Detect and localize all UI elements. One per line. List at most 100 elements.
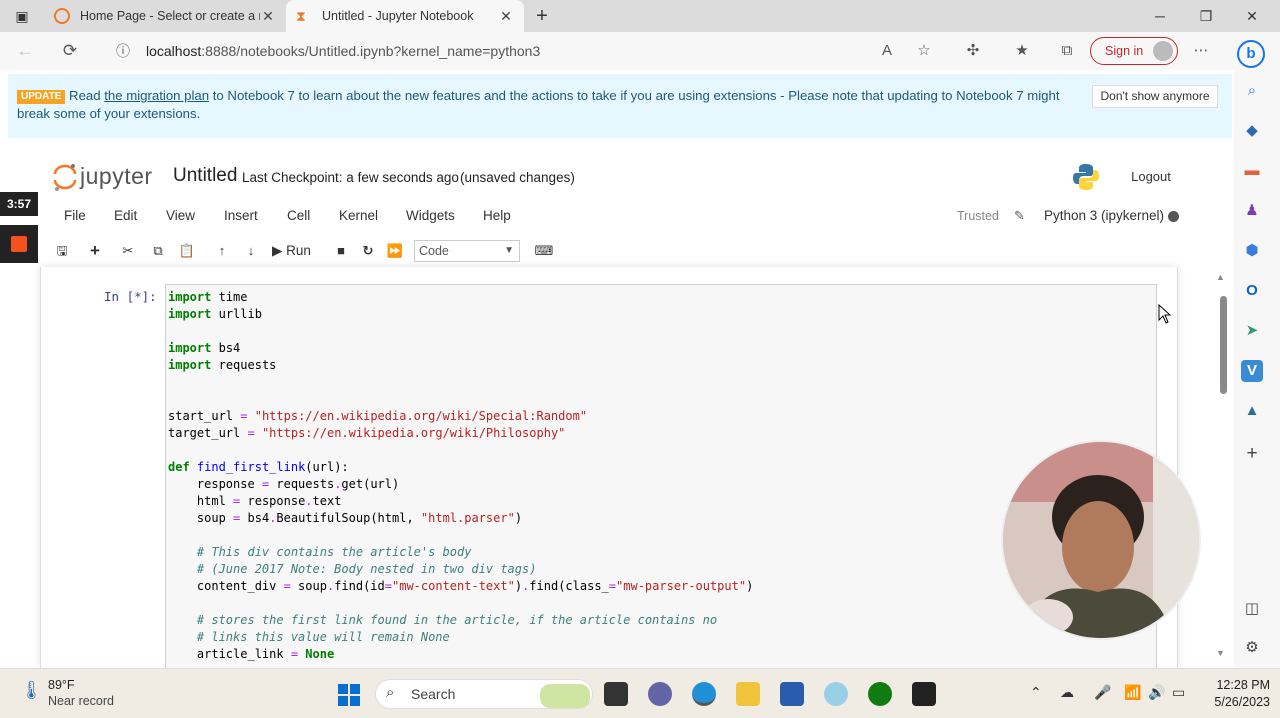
photos-icon[interactable] xyxy=(824,682,848,706)
pencil-edit-icon[interactable]: ✎ xyxy=(1014,208,1025,224)
play-icon: ▶ xyxy=(272,243,287,258)
code-line: import requests xyxy=(168,358,277,372)
read-aloud-icon[interactable]: A xyxy=(874,39,900,63)
scroll-up-arrow-icon[interactable]: ▲ xyxy=(1216,272,1225,282)
add-favorite-icon[interactable]: ☆ xyxy=(911,39,937,63)
windows-start-icon[interactable] xyxy=(337,683,361,707)
v-app-icon[interactable]: V xyxy=(1241,360,1263,382)
drop-icon[interactable]: ▲ xyxy=(1241,400,1263,422)
cut-scissors-icon[interactable]: ✂ xyxy=(116,240,140,262)
jupyter-logo-icon[interactable] xyxy=(52,162,78,192)
more-menu-icon[interactable]: ⋯ xyxy=(1188,39,1214,63)
bing-icon[interactable]: b xyxy=(1237,40,1265,68)
stop-square-icon[interactable]: ■ xyxy=(329,240,353,262)
kernel-name[interactable]: Python 3 (ipykernel) xyxy=(1044,208,1164,223)
dont-show-anymore-button[interactable]: Don't show anymore xyxy=(1092,85,1218,108)
url-field[interactable]: localhost:8888/notebooks/Untitled.ipynb?… xyxy=(146,39,886,63)
menu-edit[interactable]: Edit xyxy=(114,208,137,223)
back-arrow-icon[interactable]: ← xyxy=(12,39,38,63)
xbox-icon[interactable] xyxy=(868,682,892,706)
fast-forward-icon[interactable]: ⏩ xyxy=(383,240,407,262)
wifi-icon[interactable]: 📶 xyxy=(1124,684,1141,701)
games-icon[interactable]: ♟ xyxy=(1241,200,1263,222)
stop-recording-button[interactable] xyxy=(0,225,38,263)
restart-icon[interactable]: ↻ xyxy=(356,240,380,262)
collections-icon[interactable]: ⧉ xyxy=(1054,39,1080,63)
tab-title: Home Page - Select or create a n xyxy=(80,9,260,23)
close-window-button[interactable]: ✕ xyxy=(1234,4,1270,28)
jupyter-logo-text[interactable]: jupyter xyxy=(80,163,153,190)
show-hidden-icons-chevron-icon[interactable]: ⌃ xyxy=(1030,684,1042,701)
minimize-button[interactable]: ─ xyxy=(1142,4,1178,28)
keyboard-icon[interactable]: ⌨ xyxy=(532,240,556,262)
split-screen-icon[interactable]: ◫ xyxy=(1241,598,1263,620)
paste-icon[interactable]: 📋 xyxy=(175,240,199,262)
webcam-overlay xyxy=(1001,440,1201,640)
shopping-tag-icon[interactable]: ◆ xyxy=(1241,120,1263,142)
outlook-icon[interactable]: O xyxy=(1241,280,1263,302)
chat-icon[interactable] xyxy=(648,682,672,706)
menu-cell[interactable]: Cell xyxy=(287,208,310,223)
code-line: article_link = None xyxy=(168,647,335,661)
close-tab-icon[interactable]: ✕ xyxy=(260,8,276,25)
restore-button[interactable]: ❐ xyxy=(1188,4,1224,28)
menu-view[interactable]: View xyxy=(166,208,195,223)
scroll-down-arrow-icon[interactable]: ▼ xyxy=(1216,648,1225,658)
menu-help[interactable]: Help xyxy=(483,208,511,223)
favorites-icon[interactable]: ★ xyxy=(1009,39,1035,63)
volume-icon[interactable]: 🔊 xyxy=(1148,684,1165,701)
trusted-indicator[interactable]: Trusted xyxy=(957,209,999,223)
tools-icon[interactable]: ▬ xyxy=(1241,160,1263,182)
tab-untitled-notebook[interactable]: ⧗ Untitled - Jupyter Notebook ✕ xyxy=(286,0,524,32)
notebook-title[interactable]: Untitled xyxy=(173,165,237,187)
battery-icon[interactable]: ▭ xyxy=(1172,684,1185,701)
logout-button[interactable]: Logout xyxy=(1120,166,1182,188)
refresh-icon[interactable]: ⟳ xyxy=(57,39,83,63)
close-tab-icon[interactable]: ✕ xyxy=(498,8,514,25)
microsoft-store-icon[interactable] xyxy=(780,682,804,706)
menu-widgets[interactable]: Widgets xyxy=(406,208,455,223)
move-up-arrow-icon[interactable]: ↑ xyxy=(210,240,234,262)
menu-kernel[interactable]: Kernel xyxy=(339,208,378,223)
microsoft-365-icon[interactable]: ⬢ xyxy=(1241,240,1263,262)
onedrive-cloud-icon[interactable]: ☁ xyxy=(1060,684,1074,701)
insert-cell-plus-icon[interactable]: + xyxy=(83,240,107,262)
tab-actions-icon[interactable]: ▣ xyxy=(4,4,40,28)
add-sidebar-app-icon[interactable]: + xyxy=(1241,443,1263,465)
extensions-icon[interactable]: ✣ xyxy=(960,39,986,63)
task-view-icon[interactable] xyxy=(604,682,628,706)
move-down-arrow-icon[interactable]: ↓ xyxy=(239,240,263,262)
python-logo-icon xyxy=(1073,164,1099,190)
run-button[interactable]: ▶ Run xyxy=(272,240,324,262)
stop-icon xyxy=(11,236,27,252)
clock-date[interactable]: 5/26/2023 xyxy=(1200,695,1270,709)
cell-type-select[interactable]: Code ▼ xyxy=(414,240,520,262)
send-icon[interactable]: ➤ xyxy=(1241,320,1263,342)
edge-browser-icon[interactable] xyxy=(692,682,716,706)
menu-insert[interactable]: Insert xyxy=(224,208,258,223)
menu-file[interactable]: File xyxy=(64,208,86,223)
new-tab-button[interactable]: + xyxy=(524,4,560,28)
weather-description[interactable]: Near record xyxy=(48,694,114,708)
clock-time[interactable]: 12:28 PM xyxy=(1200,678,1270,692)
run-label: Run xyxy=(286,243,311,258)
weather-icon[interactable]: 🌡 xyxy=(20,680,43,701)
search-icon[interactable]: ⌕ xyxy=(1241,80,1263,102)
microphone-icon[interactable]: 🎤 xyxy=(1094,684,1111,701)
tab-home-page[interactable]: Home Page - Select or create a n ✕ xyxy=(44,0,286,32)
recording-timer: 3:57 xyxy=(0,192,38,216)
migration-plan-link[interactable]: the migration plan xyxy=(104,88,209,103)
weather-temperature[interactable]: 89°F xyxy=(48,678,75,692)
file-explorer-icon[interactable] xyxy=(736,682,760,706)
code-line: # links this value will remain None xyxy=(168,630,450,644)
info-icon[interactable]: ⓘ xyxy=(110,39,136,63)
code-line: # This div contains the article's body xyxy=(168,545,472,559)
sign-in-button[interactable]: Sign in xyxy=(1090,37,1178,65)
scrollbar-thumb[interactable] xyxy=(1220,296,1227,394)
save-icon[interactable]: 🖫 xyxy=(50,240,74,262)
settings-gear-icon[interactable]: ⚙ xyxy=(1241,637,1263,659)
terminal-icon[interactable] xyxy=(912,682,936,706)
code-line: content_div = soup.find(id="mw-content-t… xyxy=(168,579,754,593)
code-line: import urllib xyxy=(168,307,262,321)
copy-icon[interactable]: ⧉ xyxy=(146,240,170,262)
